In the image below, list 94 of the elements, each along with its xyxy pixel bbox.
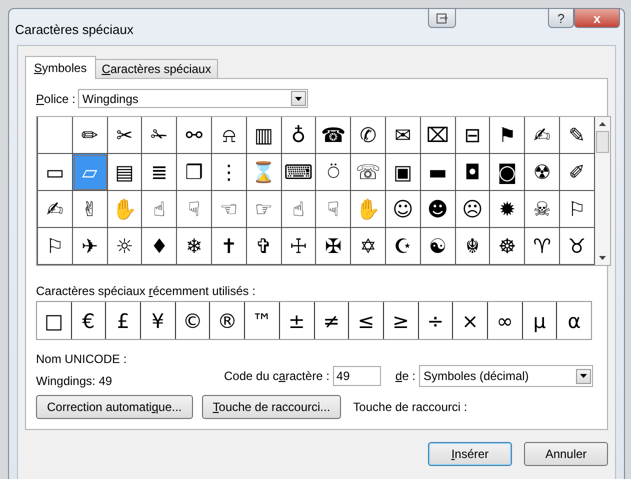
recent-symbol-cell[interactable]: □ [37,302,72,339]
symbol-cell[interactable]: ⍾ [212,117,247,154]
help-button[interactable]: ? [548,8,574,28]
symbol-cell[interactable]: ✝ [212,228,247,265]
symbol-cell[interactable]: ✞ [246,228,282,265]
unicode-name-label: Nom UNICODE : [36,352,128,366]
dialog-button[interactable]: Annuler [524,442,608,466]
from-label: de : [395,369,416,383]
recent-label: Caractères spéciaux récemment utilisés : [36,284,256,298]
symbol-cell[interactable]: ✈ [72,228,108,265]
symbol-cell[interactable]: ✡ [351,228,386,265]
symbol-cell[interactable]: ☜ [212,191,247,228]
symbol-cell[interactable]: ☪ [386,228,421,265]
symbol-cell[interactable]: ⍥ [316,154,352,191]
symbol-cell[interactable]: ▥ [246,117,282,154]
symbol-cell[interactable]: ⌨ [282,154,316,191]
symbol-cell[interactable]: ✠ [316,228,352,265]
symbol-cell[interactable]: ▤ [108,154,142,191]
symbol-cell[interactable]: ♁ [282,117,316,154]
symbol-cell[interactable]: ≣ [142,154,178,191]
recent-symbol-cell[interactable]: ≤ [349,302,384,339]
symbol-cell[interactable]: ✉ [386,117,421,154]
symbol-cell[interactable]: ⋮ [212,154,247,191]
symbol-cell[interactable]: ☢ [525,154,560,191]
recent-symbol-cell[interactable]: μ [522,302,558,339]
font-dropdown[interactable]: Wingdings [78,89,308,108]
font-label: Police : [36,92,76,106]
symbol-cell[interactable]: ⚐ [38,228,73,265]
toolbar-button[interactable] [428,8,456,28]
window-title: Caractères spéciaux [15,22,134,37]
recent-symbol-cell[interactable]: £ [106,302,142,339]
recent-symbol-cell[interactable]: ≠ [314,302,350,339]
char-code-field[interactable]: 49 [333,366,382,386]
from-dropdown[interactable]: Symboles (décimal) [419,365,594,387]
symbol-cell[interactable]: ✁ [142,117,178,154]
document-icon [436,12,448,24]
symbol-cell[interactable]: ✍ [525,117,560,154]
symbol-cell[interactable]: ☻ [420,191,456,228]
symbol-cell[interactable]: ◘ [456,154,490,191]
symbol-cell[interactable]: ☬ [456,228,490,265]
symbol-cell[interactable]: ☹ [456,191,490,228]
symbol-cell[interactable]: ✂ [108,117,142,154]
symbol-cell[interactable]: ☝ [282,191,316,228]
symbol-cell[interactable] [38,117,73,154]
symbol-cell[interactable]: ☟ [316,191,352,228]
recent-symbol-cell[interactable]: ± [280,302,314,339]
symbol-cell[interactable]: ☝ [142,191,178,228]
recent-symbol-cell[interactable]: ® [210,302,246,339]
recent-symbol-cell[interactable]: × [453,302,488,339]
symbol-cell[interactable]: ☠ [525,191,560,228]
dialog-button[interactable]: Correction automatique... [36,395,193,419]
scroll-up-icon[interactable] [598,122,606,126]
symbol-cell[interactable]: ☸ [490,228,526,265]
symbol-cell[interactable]: ♈ [525,228,560,265]
recent-symbol-cell[interactable]: ÷ [418,302,454,339]
symbol-cell[interactable]: ⊟ [456,117,490,154]
recent-symbol-cell[interactable]: ∞ [488,302,523,339]
scroll-down-icon[interactable] [598,256,606,260]
symbol-cell[interactable]: ⚑ [490,117,526,154]
symbol-cell[interactable]: ❐ [177,154,212,191]
recent-symbol-cell[interactable]: ™ [245,302,280,339]
symbol-cell[interactable]: ☞ [246,191,282,228]
symbol-cell[interactable]: ☎ [316,117,352,154]
symbol-cell[interactable]: ☏ [351,154,386,191]
symbol-cell[interactable]: ✆ [351,117,386,154]
symbol-cell[interactable]: ⚯ [177,117,212,154]
symbol-cell[interactable]: ✍ [38,191,73,228]
recent-symbol-cell[interactable]: ¥ [141,302,176,339]
symbol-cell[interactable]: ⌧ [420,117,456,154]
dialog-button[interactable]: Insérer [428,442,512,466]
symbol-cell[interactable]: ☯ [420,228,456,265]
recent-symbol-cell[interactable]: ≥ [384,302,419,339]
symbol-cell[interactable]: ☟ [177,191,212,228]
shortcut-label: Touche de raccourci : [353,400,468,414]
tab[interactable]: Symboles [25,56,96,79]
symbol-cell[interactable]: ✌ [72,191,108,228]
recent-symbol-cell[interactable]: © [176,302,210,339]
symbol-cell[interactable]: ☼ [108,228,142,265]
symbol-cell[interactable]: ▬ [420,154,456,191]
symbol-cell[interactable]: ✹ [490,191,526,228]
symbol-cell[interactable]: ◙ [490,154,526,191]
symbol-cell[interactable]: ♦ [142,228,178,265]
symbol-cell[interactable]: ☺ [386,191,421,228]
symbol-cell[interactable]: ▣ [386,154,421,191]
recent-symbol-cell[interactable]: α [557,302,591,339]
recent-symbol-cell[interactable]: € [72,302,106,339]
tab[interactable]: Caractères spéciaux [94,59,218,78]
symbol-cell[interactable]: ❄ [177,228,212,265]
scrollbar[interactable] [594,117,610,265]
unicode-name-value: Wingdings: 49 [36,374,114,388]
scrollbar-thumb[interactable] [596,131,609,153]
symbol-cell[interactable]: ☩ [282,228,316,265]
char-code-label: Code du caractère : [224,369,330,383]
dialog-button[interactable]: Touche de raccourci... [202,395,342,419]
